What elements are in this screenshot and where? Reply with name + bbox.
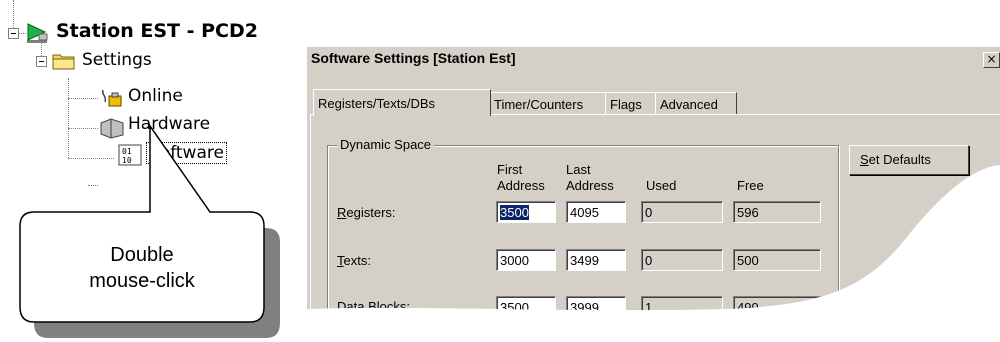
callout-line1: Double: [110, 244, 174, 266]
tab-label: Registers/Texts/DBs: [318, 96, 436, 111]
tab-registers-texts-dbs[interactable]: Registers/Texts/DBs: [313, 89, 491, 116]
callout-line2: mouse-click: [89, 270, 195, 292]
